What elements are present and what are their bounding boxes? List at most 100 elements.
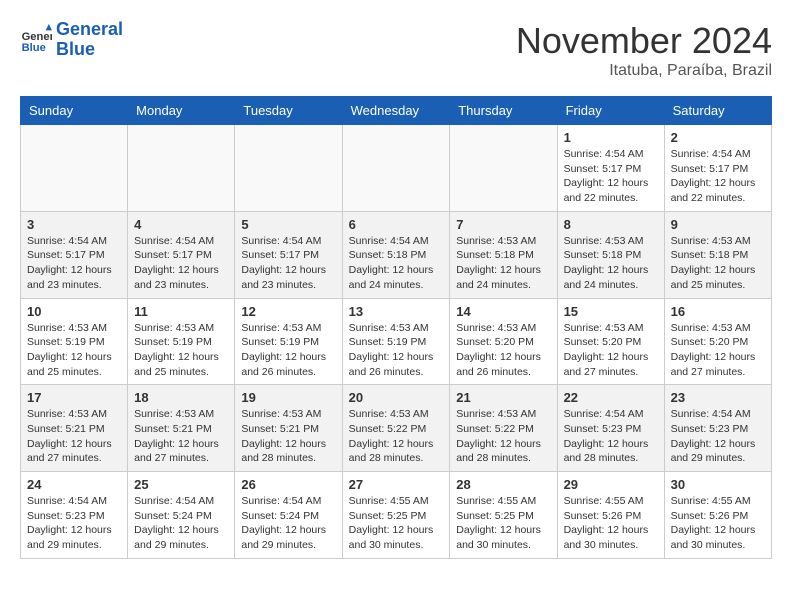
day-number: 7: [456, 217, 550, 232]
calendar-cell: 2 Sunrise: 4:54 AM Sunset: 5:17 PM Daylig…: [664, 125, 771, 212]
day-info: Sunrise: 4:55 AM Sunset: 5:25 PM Dayligh…: [456, 494, 550, 553]
calendar-cell: 14Sunrise: 4:53 AM Sunset: 5:20 PM Dayli…: [450, 298, 557, 385]
svg-text:General: General: [22, 31, 52, 43]
calendar-cell: 27 Sunrise: 4:55 AM Sunset: 5:25 PM Dayli…: [342, 472, 450, 559]
calendar-cell: 15Sunrise: 4:53 AM Sunset: 5:20 PM Dayli…: [557, 298, 664, 385]
calendar-week-row: 24Sunrise: 4:54 AM Sunset: 5:23 PM Dayli…: [21, 472, 772, 559]
day-number: 29: [564, 477, 658, 492]
day-number: 3: [27, 217, 121, 232]
day-info: Sunrise: 4:54 AM Sunset: 5:18 PM Dayligh…: [349, 234, 444, 293]
day-info: Sunrise: 4:53 AM Sunset: 5:21 PM Dayligh…: [134, 407, 228, 466]
weekday-header: Wednesday: [342, 97, 450, 125]
calendar-week-row: 1 Sunrise: 4:54 AM Sunset: 5:17 PM Daylig…: [21, 125, 772, 212]
day-number: 2: [671, 130, 765, 145]
page-header: General Blue GeneralBlue November 2024 I…: [20, 20, 772, 80]
weekday-header: Sunday: [21, 97, 128, 125]
day-number: 12: [241, 304, 335, 319]
calendar-cell: 23 Sunrise: 4:54 AM Sunset: 5:23 PM Dayli…: [664, 385, 771, 472]
day-number: 26: [241, 477, 335, 492]
calendar-cell: 4 Sunrise: 4:54 AM Sunset: 5:17 PM Daylig…: [128, 211, 235, 298]
calendar-week-row: 17Sunrise: 4:53 AM Sunset: 5:21 PM Dayli…: [21, 385, 772, 472]
day-info: Sunrise: 4:54 AM Sunset: 5:23 PM Dayligh…: [564, 407, 658, 466]
day-number: 30: [671, 477, 765, 492]
day-number: 18: [134, 390, 228, 405]
calendar-cell: 17Sunrise: 4:53 AM Sunset: 5:21 PM Dayli…: [21, 385, 128, 472]
calendar-cell: 25 Sunrise: 4:54 AM Sunset: 5:24 PM Dayli…: [128, 472, 235, 559]
calendar-cell: 28 Sunrise: 4:55 AM Sunset: 5:25 PM Dayli…: [450, 472, 557, 559]
calendar-cell: 9 Sunrise: 4:53 AM Sunset: 5:18 PM Daylig…: [664, 211, 771, 298]
calendar-cell: 12 Sunrise: 4:53 AM Sunset: 5:19 PM Dayli…: [235, 298, 342, 385]
calendar-cell: 6 Sunrise: 4:54 AM Sunset: 5:18 PM Daylig…: [342, 211, 450, 298]
weekday-header: Saturday: [664, 97, 771, 125]
day-info: Sunrise: 4:54 AM Sunset: 5:23 PM Dayligh…: [671, 407, 765, 466]
day-info: Sunrise: 4:53 AM Sunset: 5:19 PM Dayligh…: [349, 321, 444, 380]
calendar-cell: 8 Sunrise: 4:53 AM Sunset: 5:18 PM Daylig…: [557, 211, 664, 298]
calendar-cell: 21Sunrise: 4:53 AM Sunset: 5:22 PM Dayli…: [450, 385, 557, 472]
day-info: Sunrise: 4:53 AM Sunset: 5:22 PM Dayligh…: [349, 407, 444, 466]
day-info: Sunrise: 4:53 AM Sunset: 5:19 PM Dayligh…: [134, 321, 228, 380]
calendar-week-row: 3 Sunrise: 4:54 AM Sunset: 5:17 PM Daylig…: [21, 211, 772, 298]
day-info: Sunrise: 4:53 AM Sunset: 5:21 PM Dayligh…: [241, 407, 335, 466]
day-info: Sunrise: 4:54 AM Sunset: 5:17 PM Dayligh…: [671, 147, 765, 206]
day-number: 13: [349, 304, 444, 319]
day-number: 21: [456, 390, 550, 405]
day-number: 24: [27, 477, 121, 492]
day-info: Sunrise: 4:54 AM Sunset: 5:24 PM Dayligh…: [134, 494, 228, 553]
calendar-cell: 19Sunrise: 4:53 AM Sunset: 5:21 PM Dayli…: [235, 385, 342, 472]
calendar-cell: 29 Sunrise: 4:55 AM Sunset: 5:26 PM Dayli…: [557, 472, 664, 559]
day-number: 20: [349, 390, 444, 405]
calendar-cell: 18 Sunrise: 4:53 AM Sunset: 5:21 PM Dayli…: [128, 385, 235, 472]
day-info: Sunrise: 4:54 AM Sunset: 5:24 PM Dayligh…: [241, 494, 335, 553]
day-info: Sunrise: 4:53 AM Sunset: 5:21 PM Dayligh…: [27, 407, 121, 466]
day-number: 9: [671, 217, 765, 232]
day-number: 8: [564, 217, 658, 232]
calendar-cell: 13 Sunrise: 4:53 AM Sunset: 5:19 PM Dayli…: [342, 298, 450, 385]
day-info: Sunrise: 4:53 AM Sunset: 5:19 PM Dayligh…: [241, 321, 335, 380]
day-info: Sunrise: 4:53 AM Sunset: 5:18 PM Dayligh…: [671, 234, 765, 293]
day-info: Sunrise: 4:54 AM Sunset: 5:17 PM Dayligh…: [564, 147, 658, 206]
day-number: 28: [456, 477, 550, 492]
calendar-cell: [128, 125, 235, 212]
calendar-cell: 20 Sunrise: 4:53 AM Sunset: 5:22 PM Dayli…: [342, 385, 450, 472]
calendar-cell: 7Sunrise: 4:53 AM Sunset: 5:18 PM Daylig…: [450, 211, 557, 298]
calendar-cell: 30 Sunrise: 4:55 AM Sunset: 5:26 PM Dayli…: [664, 472, 771, 559]
weekday-header: Friday: [557, 97, 664, 125]
day-number: 16: [671, 304, 765, 319]
calendar-cell: [450, 125, 557, 212]
calendar-cell: 24Sunrise: 4:54 AM Sunset: 5:23 PM Dayli…: [21, 472, 128, 559]
day-number: 5: [241, 217, 335, 232]
weekday-header: Thursday: [450, 97, 557, 125]
day-info: Sunrise: 4:55 AM Sunset: 5:26 PM Dayligh…: [564, 494, 658, 553]
logo-icon: General Blue: [20, 24, 52, 56]
day-number: 23: [671, 390, 765, 405]
calendar-week-row: 10Sunrise: 4:53 AM Sunset: 5:19 PM Dayli…: [21, 298, 772, 385]
month-title: November 2024: [516, 20, 772, 62]
weekday-header: Tuesday: [235, 97, 342, 125]
day-info: Sunrise: 4:55 AM Sunset: 5:25 PM Dayligh…: [349, 494, 444, 553]
logo: General Blue GeneralBlue: [20, 20, 123, 60]
day-number: 6: [349, 217, 444, 232]
location-subtitle: Itatuba, Paraíba, Brazil: [516, 62, 772, 80]
day-number: 15: [564, 304, 658, 319]
calendar-cell: 1 Sunrise: 4:54 AM Sunset: 5:17 PM Daylig…: [557, 125, 664, 212]
day-number: 11: [134, 304, 228, 319]
day-number: 25: [134, 477, 228, 492]
day-info: Sunrise: 4:53 AM Sunset: 5:20 PM Dayligh…: [671, 321, 765, 380]
day-info: Sunrise: 4:54 AM Sunset: 5:17 PM Dayligh…: [134, 234, 228, 293]
logo-text: GeneralBlue: [56, 20, 123, 60]
day-info: Sunrise: 4:55 AM Sunset: 5:26 PM Dayligh…: [671, 494, 765, 553]
day-info: Sunrise: 4:53 AM Sunset: 5:18 PM Dayligh…: [564, 234, 658, 293]
calendar-table: SundayMondayTuesdayWednesdayThursdayFrid…: [20, 96, 772, 559]
day-number: 22: [564, 390, 658, 405]
calendar-cell: [342, 125, 450, 212]
day-number: 1: [564, 130, 658, 145]
day-info: Sunrise: 4:54 AM Sunset: 5:17 PM Dayligh…: [241, 234, 335, 293]
calendar-cell: [235, 125, 342, 212]
calendar-cell: 16 Sunrise: 4:53 AM Sunset: 5:20 PM Dayli…: [664, 298, 771, 385]
weekday-header: Monday: [128, 97, 235, 125]
calendar-cell: 22 Sunrise: 4:54 AM Sunset: 5:23 PM Dayli…: [557, 385, 664, 472]
day-number: 27: [349, 477, 444, 492]
day-number: 4: [134, 217, 228, 232]
day-info: Sunrise: 4:53 AM Sunset: 5:20 PM Dayligh…: [456, 321, 550, 380]
day-info: Sunrise: 4:53 AM Sunset: 5:19 PM Dayligh…: [27, 321, 121, 380]
